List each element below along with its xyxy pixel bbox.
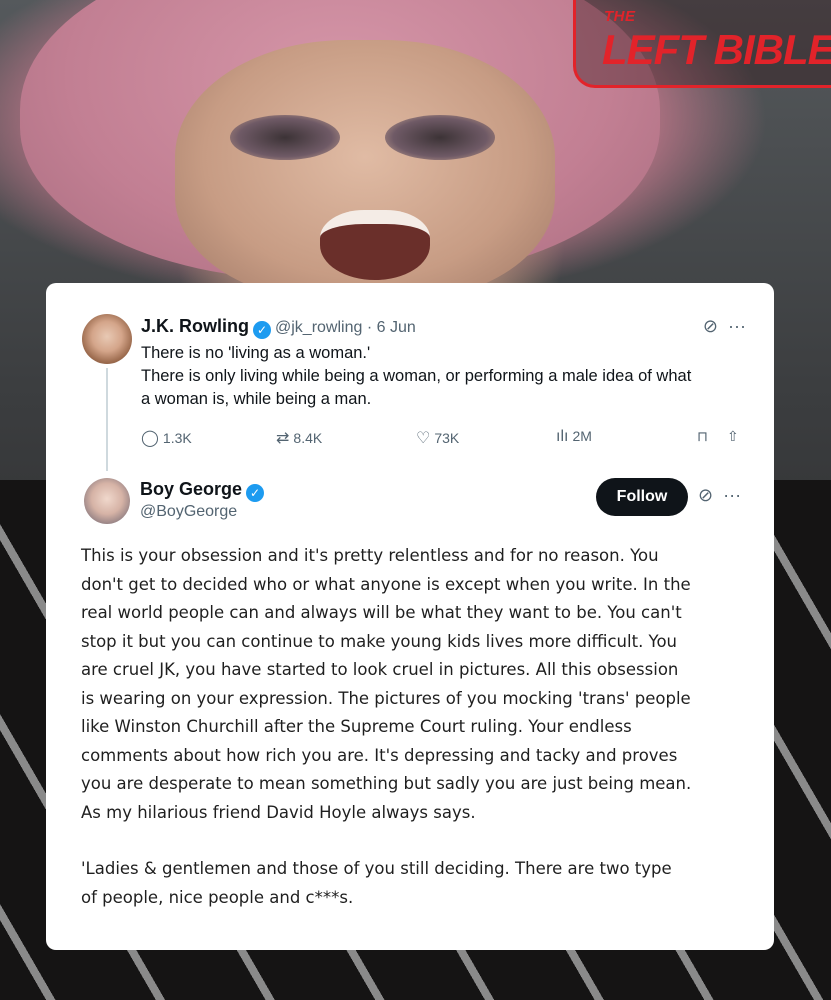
- tweet1-top-icons: ⊘ ···: [703, 316, 746, 337]
- left-eye: [230, 115, 340, 160]
- thread-line: [106, 368, 108, 471]
- views-button[interactable]: ılı 2M: [556, 428, 592, 446]
- handle-date[interactable]: @jk_rowling · 6 Jun: [275, 319, 416, 336]
- bookmark-icon[interactable]: ⊓: [697, 428, 708, 445]
- tweet-screenshot-card: J.K. Rowling ✓ @jk_rowling · 6 Jun ⊘ ··· T…: [46, 283, 774, 950]
- tweet-line: of people, nice people and c***s.: [81, 887, 354, 907]
- logo-main-text: LEFT BIBLE: [602, 26, 831, 73]
- repost-icon: ⇄: [276, 430, 290, 447]
- right-eye: [385, 115, 495, 160]
- verified-icon: ✓: [246, 484, 265, 502]
- left-bible-logo: THE LEFT BIBLE: [573, 0, 831, 88]
- logo-top-text: THE: [604, 8, 636, 25]
- like-icon: ♡: [416, 430, 431, 447]
- tweet-line: As my hilarious friend David Hoyle alway…: [81, 802, 476, 822]
- more-icon[interactable]: ···: [728, 316, 746, 336]
- author-name[interactable]: Boy George: [140, 479, 242, 499]
- tweet-line: This is your obsession and it's pretty r…: [81, 546, 659, 565]
- tweet1-actions: ◯ 1.3K ⇄ 8.4K ♡ 73K ılı 2M ⊓ ⇧: [141, 428, 751, 452]
- tweet1-header: J.K. Rowling ✓ @jk_rowling · 6 Jun: [141, 316, 416, 339]
- tweet-line: comments about how rich you are. It's de…: [81, 745, 678, 765]
- tweet-line: 'Ladies & gentlemen and those of you sti…: [81, 859, 672, 878]
- tweet2-text: This is your obsession and it's pretty r…: [81, 542, 761, 912]
- tweet-line: real world people can and always will be…: [81, 603, 682, 622]
- jk-rowling-avatar[interactable]: [82, 314, 132, 364]
- reply-icon: ◯: [141, 430, 159, 447]
- repost-button[interactable]: ⇄ 8.4K: [276, 428, 322, 448]
- views-count: 2M: [572, 428, 592, 444]
- tweet2-header: Boy George ✓: [140, 479, 268, 502]
- tweet1-text: There is no 'living as a woman.' There i…: [141, 342, 756, 411]
- tweet2-top-icons: ⊘ ···: [698, 485, 741, 506]
- follow-button[interactable]: Follow: [596, 478, 688, 516]
- tweet-line: stop it but you can continue to make you…: [81, 631, 677, 651]
- tweet-line: like Winston Churchill after the Supreme…: [81, 717, 632, 736]
- share-icon[interactable]: ⇧: [727, 428, 739, 445]
- author-name[interactable]: J.K. Rowling: [141, 316, 249, 336]
- reply-count: 1.3K: [162, 430, 192, 446]
- verified-icon: ✓: [253, 321, 271, 339]
- tweet-line: are cruel JK, you have started to look c…: [81, 660, 679, 679]
- reply-button[interactable]: ◯ 1.3K: [141, 428, 192, 448]
- tweet-line: don't get to decided who or what anyone …: [81, 574, 691, 594]
- like-count: 73K: [434, 430, 460, 446]
- repost-count: 8.4K: [293, 430, 323, 446]
- face: [175, 40, 555, 300]
- tweet-line: There is only living while being a woman…: [141, 367, 692, 385]
- tweet-line: is wearing on your expression. The pictu…: [81, 688, 691, 708]
- boy-george-avatar[interactable]: [84, 478, 130, 524]
- more-icon[interactable]: ···: [723, 485, 741, 505]
- grok-icon[interactable]: ⊘: [698, 485, 713, 505]
- tweet-line: a woman is, while being a man.: [141, 390, 372, 408]
- grok-icon[interactable]: ⊘: [703, 316, 718, 336]
- tweet-line: There is no 'living as a woman.': [141, 344, 371, 362]
- tweet-line: you are desperate to mean something but …: [81, 774, 692, 793]
- author-handle[interactable]: @BoyGeorge: [140, 503, 237, 521]
- mouth: [320, 210, 430, 280]
- like-button[interactable]: ♡ 73K: [416, 428, 459, 448]
- views-icon: ılı: [556, 428, 569, 445]
